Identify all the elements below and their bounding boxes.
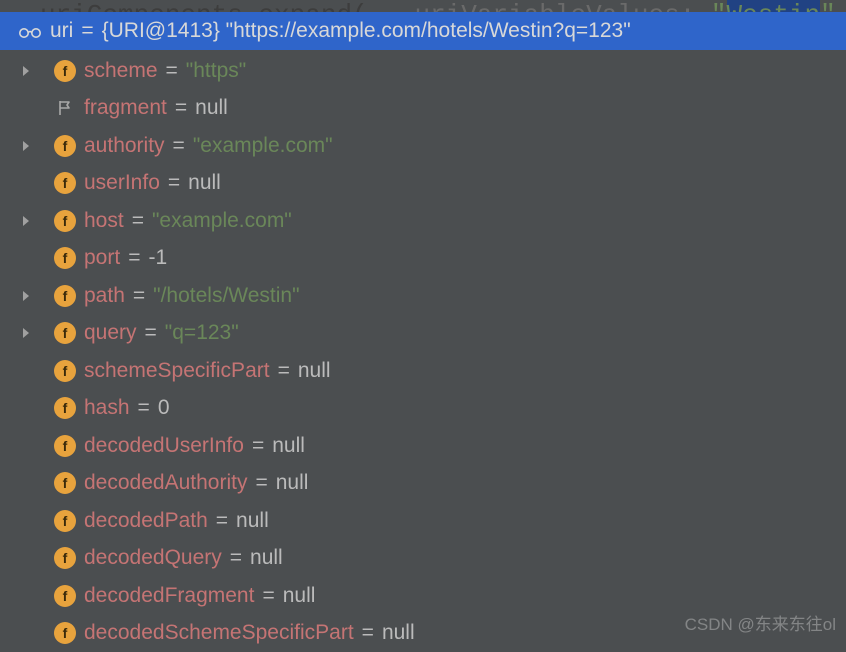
expression-bar: uriComponents.expand(...uriVariableValue…: [0, 0, 846, 12]
expand-arrow-icon[interactable]: [18, 140, 34, 152]
field-row[interactable]: fport = -1: [0, 240, 846, 278]
field-name: fragment: [84, 96, 167, 120]
field-row[interactable]: f decodedPath = null: [0, 502, 846, 540]
field-eq: =: [132, 209, 144, 233]
expr-comma: ,: [836, 0, 846, 12]
field-eq: =: [278, 359, 290, 383]
field-value: null: [283, 584, 316, 608]
field-eq: =: [128, 246, 140, 270]
field-icon: f: [54, 360, 76, 382]
field-icon: f: [54, 172, 76, 194]
expand-arrow-icon[interactable]: [18, 327, 34, 339]
field-row[interactable]: f authority = "example.com": [0, 127, 846, 165]
field-value: null: [236, 509, 269, 533]
field-value: "example.com": [152, 209, 292, 233]
field-eq: =: [252, 434, 264, 458]
field-name: decodedFragment: [84, 584, 254, 608]
field-value: null: [195, 96, 228, 120]
field-eq: =: [216, 509, 228, 533]
expand-arrow-icon[interactable]: [18, 65, 34, 77]
field-name: host: [84, 209, 124, 233]
field-eq: =: [168, 171, 180, 195]
field-name: decodedPath: [84, 509, 208, 533]
field-icon: f: [54, 585, 76, 607]
field-icon: f: [54, 472, 76, 494]
uri-result-row[interactable]: uri = {URI@1413} "https://example.com/ho…: [0, 12, 846, 50]
expr-str-close: ": [820, 0, 836, 12]
expand-arrow-icon[interactable]: [18, 290, 34, 302]
field-icon: f: [54, 322, 76, 344]
field-name: decodedUserInfo: [84, 434, 244, 458]
field-name: hash: [84, 396, 130, 420]
field-eq: =: [133, 284, 145, 308]
field-value: "https": [186, 59, 246, 83]
field-row[interactable]: fragment = null: [0, 90, 846, 128]
field-eq: =: [145, 321, 157, 345]
uri-eq: =: [81, 19, 93, 43]
field-eq: =: [262, 584, 274, 608]
field-eq: =: [166, 59, 178, 83]
expr-str-open: ": [695, 0, 726, 12]
field-value: null: [276, 471, 309, 495]
field-row[interactable]: f schemeSpecificPart = null: [0, 352, 846, 390]
field-icon: f: [54, 135, 76, 157]
field-row[interactable]: f decodedFragment = null: [0, 577, 846, 615]
field-eq: =: [173, 134, 185, 158]
field-name: decodedSchemeSpecificPart: [84, 621, 354, 645]
field-icon: f: [54, 397, 76, 419]
field-row[interactable]: f decodedQuery = null: [0, 540, 846, 578]
field-value: null: [272, 434, 305, 458]
field-icon: f: [54, 285, 76, 307]
field-icon: f: [54, 210, 76, 232]
field-name: scheme: [84, 59, 158, 83]
field-value: "q=123": [165, 321, 239, 345]
field-row[interactable]: f decodedAuthority = null: [0, 465, 846, 503]
watermark: CSDN @东来东往ol: [685, 610, 836, 635]
expr-hint: ...uriVariableValues:: [368, 0, 696, 12]
uri-name: uri: [50, 19, 73, 43]
field-icon: f: [54, 435, 76, 457]
field-name: port: [84, 246, 120, 270]
field-eq: =: [230, 546, 242, 570]
expand-arrow-icon[interactable]: [18, 215, 34, 227]
uri-value: {URI@1413} "https://example.com/hotels/W…: [102, 19, 631, 43]
field-name: authority: [84, 134, 165, 158]
expr-prefix: uriComponents.expand(: [40, 0, 368, 12]
field-value: null: [298, 359, 331, 383]
field-row[interactable]: fhash = 0: [0, 390, 846, 428]
field-icon: f: [54, 60, 76, 82]
field-row[interactable]: fquery = "q=123": [0, 315, 846, 353]
field-value: "example.com": [193, 134, 333, 158]
watch-icon: [18, 24, 42, 38]
field-icon: f: [54, 247, 76, 269]
field-icon: f: [54, 547, 76, 569]
field-list: fscheme="https"fragment=nullfauthority="…: [0, 50, 846, 652]
field-row[interactable]: fpath = "/hotels/Westin": [0, 277, 846, 315]
field-value: -1: [148, 246, 167, 270]
field-name: query: [84, 321, 137, 345]
field-value: null: [250, 546, 283, 570]
field-icon: f: [54, 510, 76, 532]
flag-icon: [54, 97, 76, 119]
field-eq: =: [175, 96, 187, 120]
field-name: decodedQuery: [84, 546, 222, 570]
field-name: decodedAuthority: [84, 471, 247, 495]
field-value: 0: [158, 396, 170, 420]
field-value: null: [382, 621, 415, 645]
field-name: schemeSpecificPart: [84, 359, 270, 383]
field-row[interactable]: fhost = "example.com": [0, 202, 846, 240]
field-value: null: [188, 171, 221, 195]
field-name: path: [84, 284, 125, 308]
field-eq: =: [362, 621, 374, 645]
field-value: "/hotels/Westin": [153, 284, 299, 308]
field-name: userInfo: [84, 171, 160, 195]
field-eq: =: [255, 471, 267, 495]
field-row[interactable]: fscheme = "https": [0, 52, 846, 90]
field-row[interactable]: f userInfo = null: [0, 165, 846, 203]
expr-str-hl: Westin: [727, 0, 821, 12]
field-row[interactable]: f decodedUserInfo = null: [0, 427, 846, 465]
field-eq: =: [138, 396, 150, 420]
